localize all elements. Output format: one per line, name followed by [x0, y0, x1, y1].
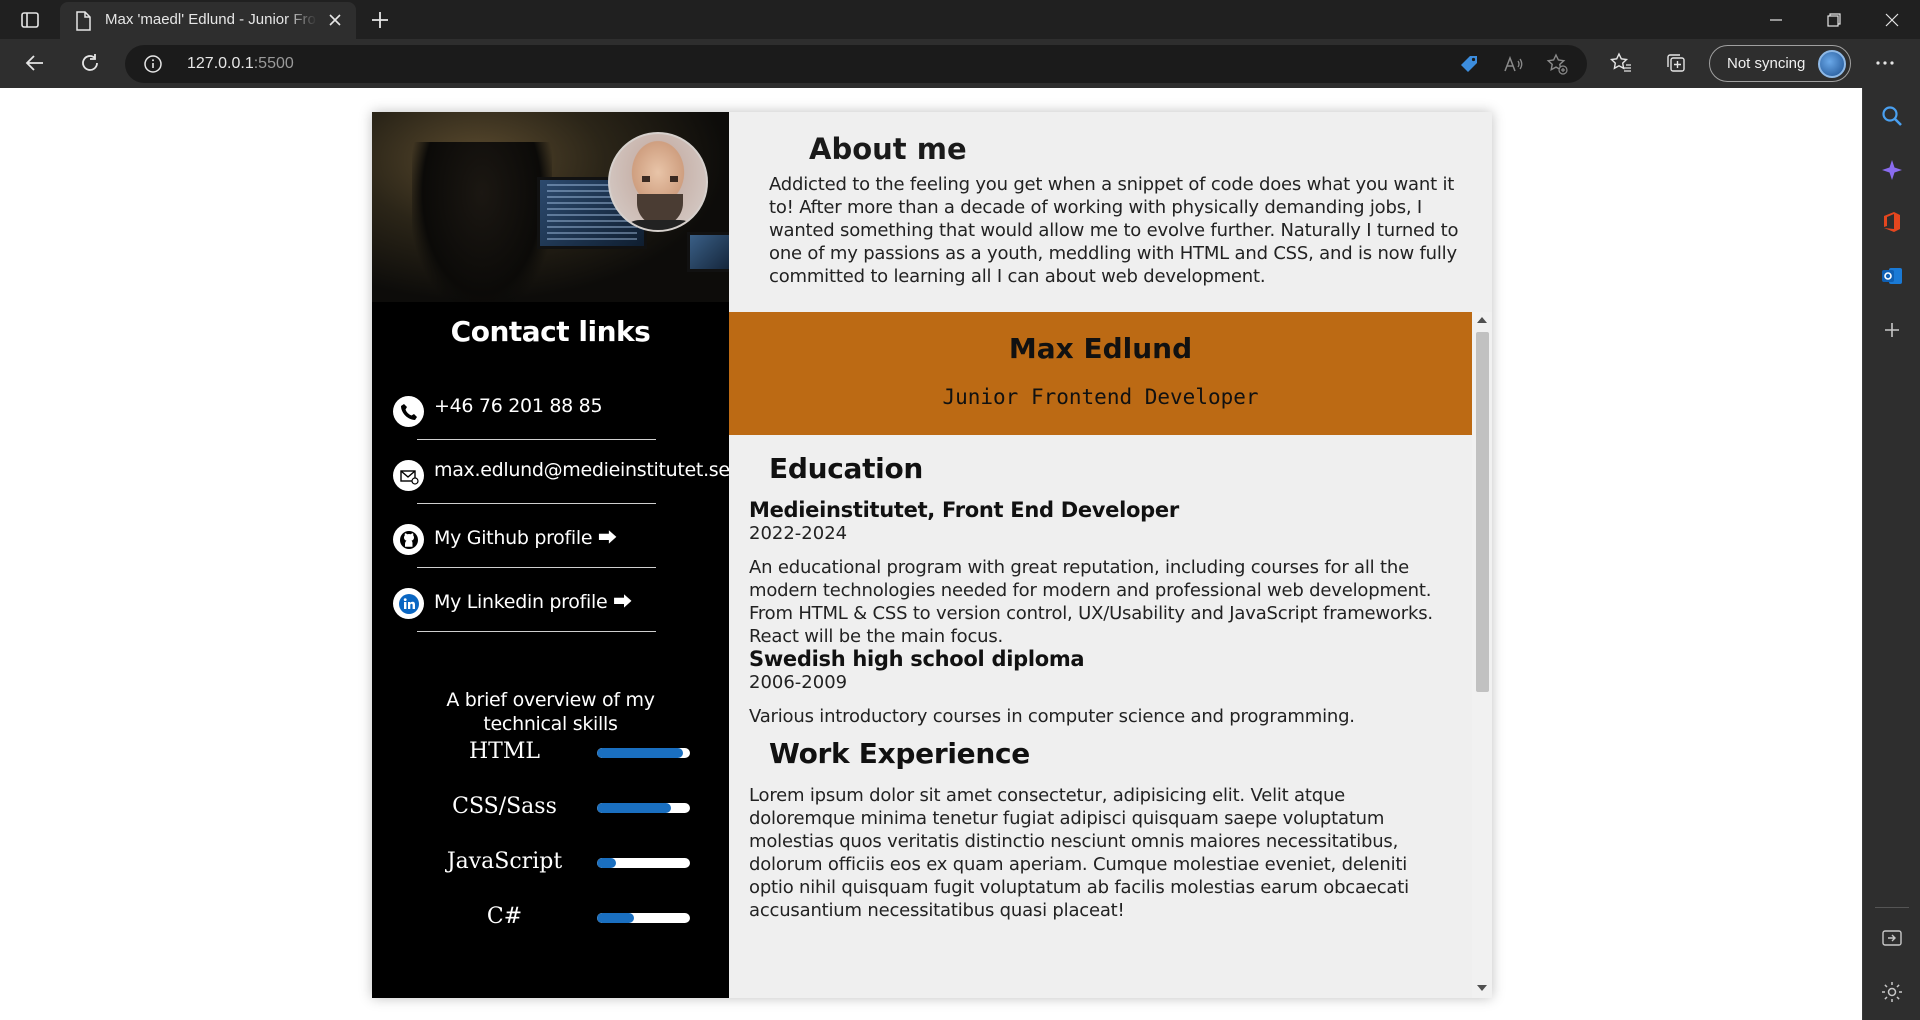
about-text: Addicted to the feeling you get when a s… [769, 174, 1459, 287]
skill-name: CSS/Sass [452, 794, 557, 819]
add-favorite-icon[interactable] [1543, 50, 1571, 78]
sidebar-divider [1875, 907, 1909, 908]
browser-tab[interactable]: Max 'maedl' Edlund - Junior Frontend Dev… [60, 2, 356, 39]
content-scroll-pane[interactable]: Max Edlund Junior Frontend Developer Edu… [729, 312, 1492, 998]
education-item-name: Swedish high school diploma [749, 647, 1085, 671]
skill-row: C# [372, 902, 729, 932]
skill-row: JavaScript [372, 847, 729, 877]
skill-name: JavaScript [446, 849, 563, 874]
more-menu-icon[interactable] [1871, 49, 1899, 77]
contact-phone-label: +46 76 201 88 85 [434, 395, 603, 417]
mail-icon [393, 460, 424, 491]
address-bar[interactable]: 127.0.0.1:5500 [125, 45, 1587, 83]
sync-label: Not syncing [1727, 55, 1806, 72]
scroll-up-icon[interactable] [1477, 317, 1487, 323]
main-column: About me Addicted to the feeling you get… [729, 112, 1492, 998]
tab-actions-icon[interactable] [18, 8, 42, 32]
contact-github-label: My Github profile ⮕ [434, 527, 617, 549]
skill-bar [597, 803, 690, 813]
contact-divider [417, 567, 656, 568]
outlook-icon[interactable] [1880, 264, 1904, 288]
office-icon[interactable] [1880, 210, 1904, 234]
hero-person-silhouette [412, 142, 552, 302]
contact-divider [417, 503, 656, 504]
site-info-icon[interactable] [143, 54, 163, 74]
phone-icon [393, 396, 424, 427]
skill-name: HTML [469, 739, 540, 764]
contact-email-label: max.edlund@medieinstitutet.se [434, 459, 730, 481]
contact-linkedin[interactable]: My Linkedin profile ⮕ [393, 581, 713, 621]
collections-icon[interactable] [1662, 49, 1690, 77]
url-port: :5500 [253, 55, 294, 72]
favorites-icon[interactable] [1607, 49, 1635, 77]
url-host: 127.0.0.1 [187, 55, 254, 72]
work-title: Work Experience [769, 737, 1030, 770]
skills-title: A brief overview of my technical skills [446, 689, 655, 735]
contact-github[interactable]: My Github profile ⮕ [393, 517, 713, 557]
skill-bar [597, 913, 690, 923]
contact-divider [417, 631, 656, 632]
refresh-icon[interactable] [76, 49, 104, 77]
sidebar-settings-icon[interactable] [1880, 980, 1904, 1004]
contact-title: Contact links [450, 315, 651, 348]
edge-sidebar [1862, 88, 1920, 1020]
skill-bar [597, 748, 690, 758]
skill-row: HTML [372, 737, 729, 767]
name-header: Max Edlund Junior Frontend Developer [729, 312, 1472, 435]
close-window-icon[interactable] [1864, 0, 1920, 39]
skill-bar-fill [597, 748, 683, 758]
read-aloud-icon[interactable] [1499, 50, 1527, 78]
page-icon [74, 11, 92, 31]
education-item-text: An educational program with great reputa… [749, 557, 1433, 647]
skill-bar-fill [597, 858, 616, 868]
education-title: Education [769, 452, 924, 485]
minimize-icon[interactable] [1748, 0, 1804, 39]
contact-linkedin-label: My Linkedin profile ⮕ [434, 591, 632, 613]
page-viewport: Contact links +46 76 201 88 85 max.edlun… [0, 88, 1862, 1020]
url-text: 127.0.0.1:5500 [187, 55, 294, 73]
scroll-down-icon[interactable] [1477, 985, 1487, 991]
search-icon[interactable] [1880, 104, 1904, 128]
restore-icon[interactable] [1806, 0, 1862, 39]
tab-title: Max 'maedl' Edlund - Junior Frontend Dev… [105, 11, 317, 28]
contact-divider [417, 439, 656, 440]
cv-card: Contact links +46 76 201 88 85 max.edlun… [372, 112, 1492, 998]
new-tab-icon[interactable] [368, 8, 392, 32]
hero-image [372, 112, 729, 302]
contact-email[interactable]: max.edlund@medieinstitutet.se [393, 453, 730, 493]
about-title: About me [809, 132, 967, 166]
education-item-years: 2006-2009 [749, 672, 848, 693]
content-scrollbar[interactable] [1472, 312, 1492, 998]
browser-toolbar: 127.0.0.1:5500 Not syncing [0, 39, 1920, 88]
sidebar-column: Contact links +46 76 201 88 85 max.edlun… [372, 112, 730, 998]
scrollbar-thumb[interactable] [1476, 332, 1489, 692]
linkedin-icon [393, 588, 424, 619]
about-section: About me Addicted to the feeling you get… [729, 112, 1492, 312]
add-sidebar-app-icon[interactable] [1880, 318, 1904, 342]
education-item-years: 2022-2024 [749, 523, 848, 544]
copilot-sparkle-icon[interactable] [1880, 158, 1904, 182]
skill-name: C# [486, 904, 523, 929]
profile-avatar [1818, 50, 1846, 78]
skill-bar-fill [597, 913, 635, 923]
hide-sidebar-icon[interactable] [1880, 926, 1904, 950]
person-name: Max Edlund [1008, 332, 1193, 365]
skill-row: CSS/Sass [372, 792, 729, 822]
person-role: Junior Frontend Developer [942, 385, 1259, 409]
education-item-name: Medieinstitutet, Front End Developer [749, 498, 1179, 522]
hero-monitor-secondary [687, 232, 729, 272]
content-pane: Max Edlund Junior Frontend Developer Edu… [729, 312, 1472, 998]
education-item-text: Various introductory courses in computer… [749, 706, 1355, 727]
profile-photo [608, 132, 708, 232]
close-tab-icon[interactable] [326, 11, 344, 29]
github-icon [393, 524, 424, 555]
skill-bar-fill [597, 803, 672, 813]
work-text: Lorem ipsum dolor sit amet consectetur, … [749, 785, 1409, 921]
back-icon[interactable] [21, 49, 49, 77]
contact-phone[interactable]: +46 76 201 88 85 [393, 389, 713, 429]
tab-bar: Max 'maedl' Edlund - Junior Frontend Dev… [0, 0, 1920, 39]
profile-sync-button[interactable]: Not syncing [1709, 45, 1851, 82]
skill-bar [597, 858, 690, 868]
coupon-tag-icon[interactable] [1455, 50, 1483, 78]
